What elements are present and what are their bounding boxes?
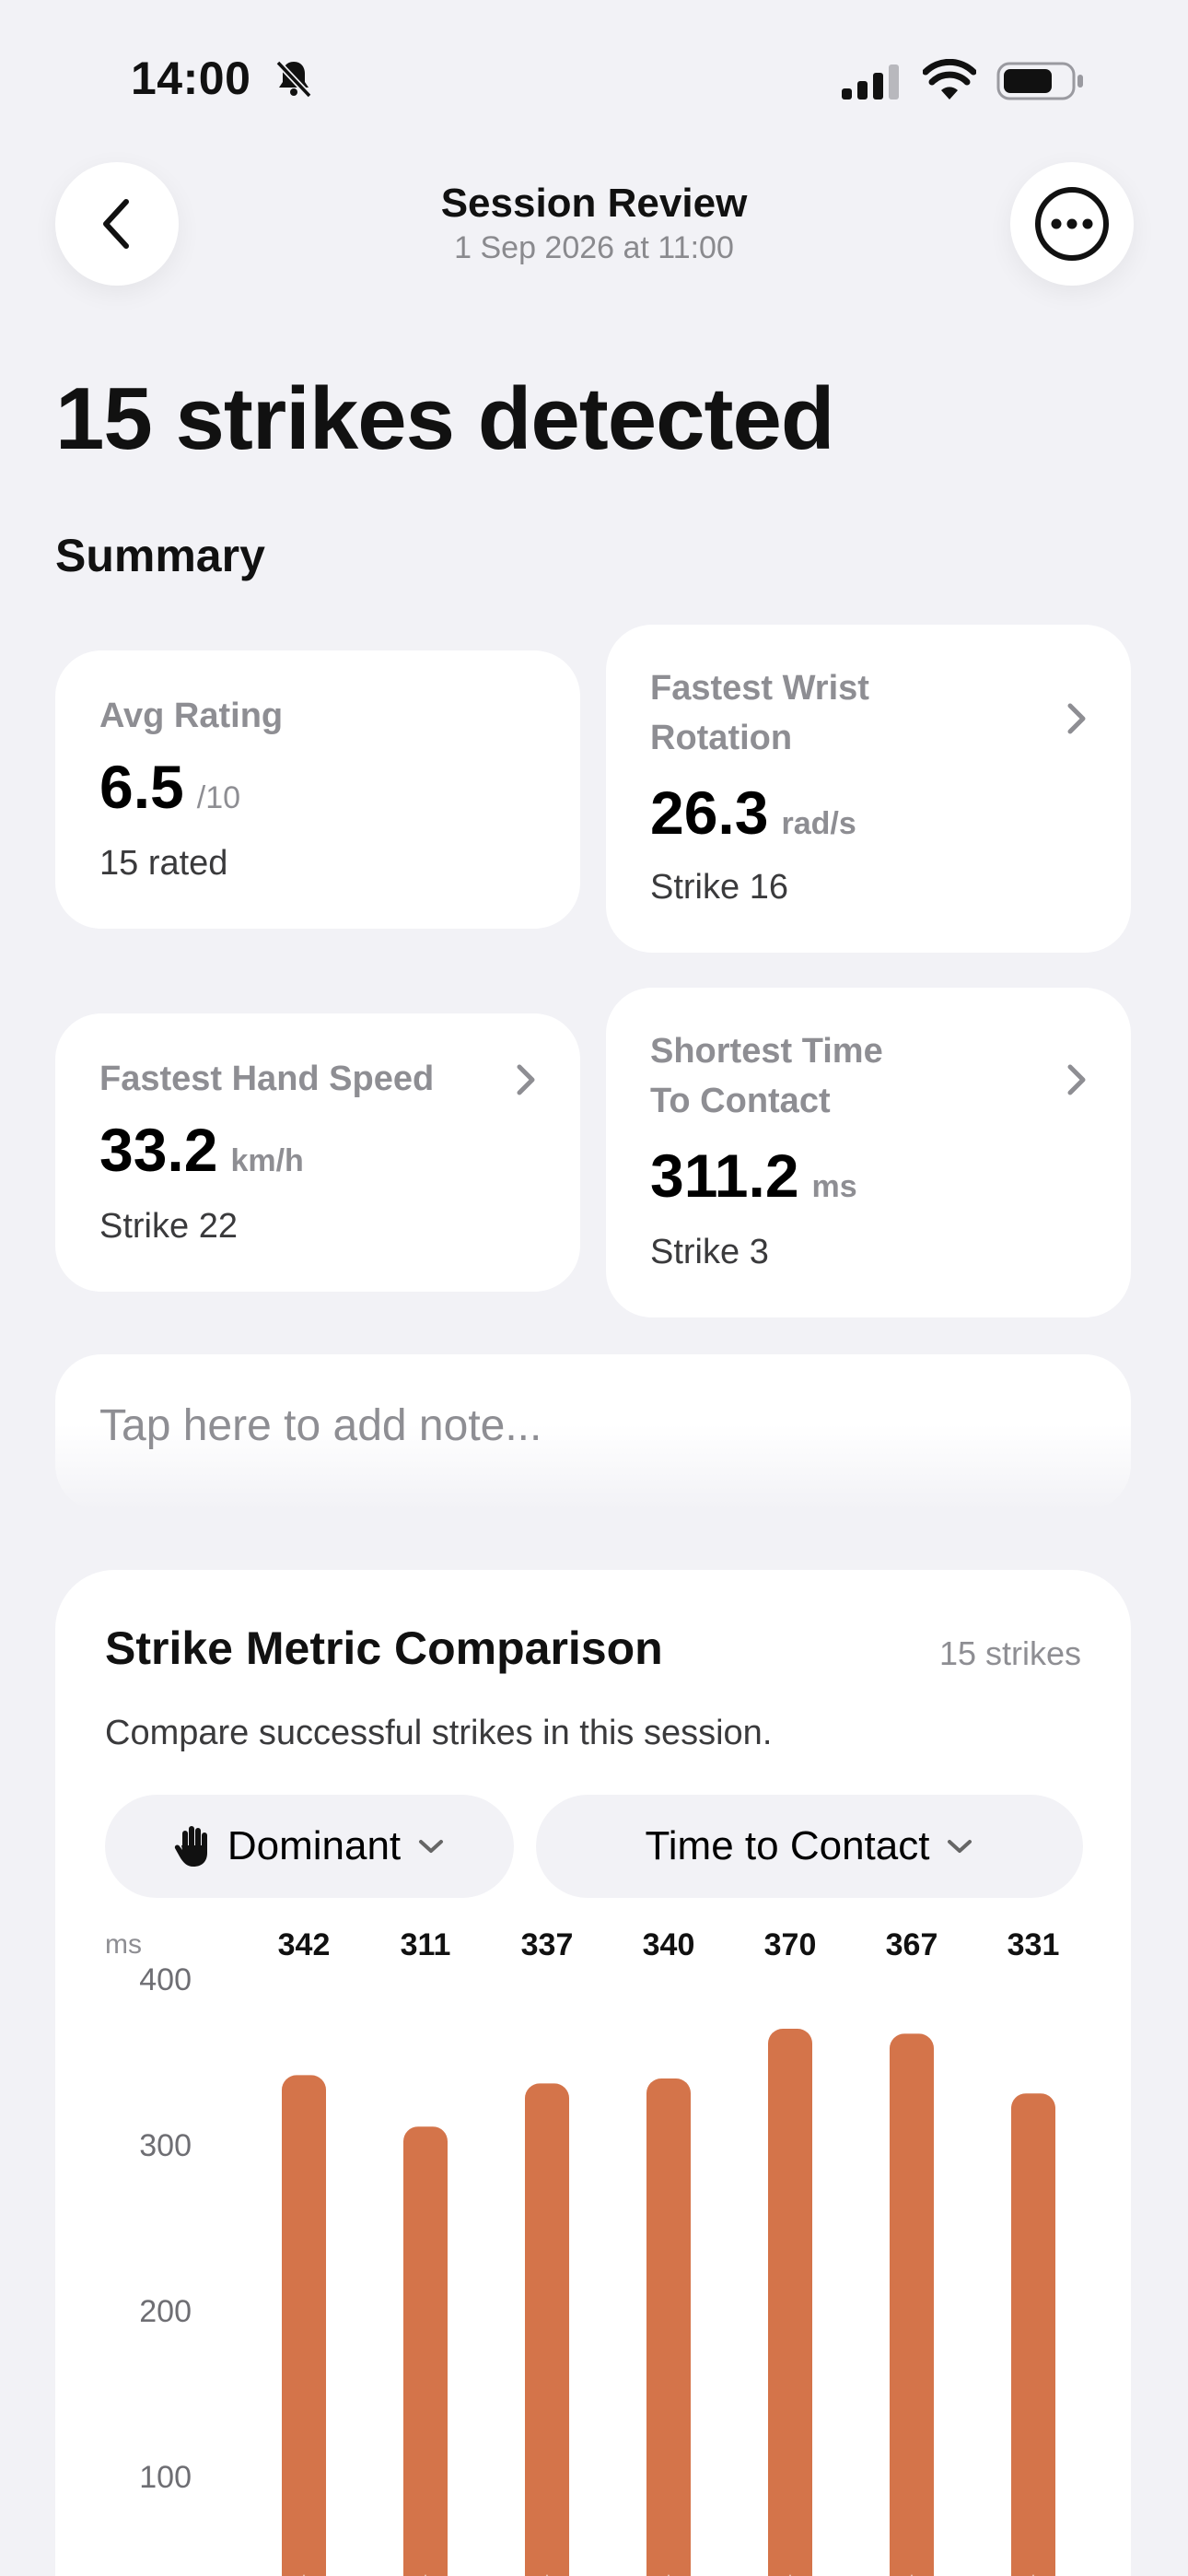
card-subtext: Strike 3 <box>650 1233 769 1271</box>
bar-value-label: 337 <box>521 1927 574 1962</box>
card-label: Fastest Wrist Rotation <box>650 669 869 757</box>
card-value: 311.2 ms <box>650 1142 857 1210</box>
fastest-hand-speed-card[interactable]: Fastest Hand Speed 33.2 km/h Strike 22 <box>55 1013 580 1292</box>
chevron-down-icon <box>419 1840 444 1853</box>
chevron-right-icon <box>1067 1064 1086 1095</box>
battery-icon <box>996 62 1083 100</box>
bar <box>1011 2093 1055 2576</box>
bar-value-label: 331 <box>1007 1927 1060 1962</box>
y-tick-label: 200 <box>139 2294 192 2329</box>
chevron-right-icon <box>1067 703 1086 734</box>
bar <box>282 2075 326 2576</box>
session-date: 1 Sep 2026 at 11:00 <box>454 230 734 265</box>
strike-count: 15 strikes <box>938 1634 1081 1672</box>
card-subtext: 15 rated <box>99 844 228 883</box>
shortest-time-to-contact-card[interactable]: Shortest Time To Contact 311.2 ms Strike … <box>606 988 1131 1317</box>
strikes-detected-heading: 15 strikes detected <box>55 369 834 468</box>
card-label: Avg Rating <box>99 697 284 735</box>
comparison-description: Compare successful strikes in this sessi… <box>105 1714 773 1752</box>
cellular-signal-icon <box>842 64 899 100</box>
session-note-field[interactable]: Tap here to add note... <box>55 1354 1131 1511</box>
bar-value-label: 367 <box>886 1927 938 1962</box>
time-to-contact-bar-chart: ms010020030040034210.023113.333378.74340… <box>105 1927 1060 2576</box>
bar-value-label: 340 <box>643 1927 695 1962</box>
status-time: 14:00 <box>131 53 251 104</box>
chevron-right-icon <box>517 1064 535 1095</box>
card-unit: rad/s <box>781 806 856 841</box>
bar-value-label: 342 <box>278 1927 331 1962</box>
y-tick-label: 100 <box>139 2460 192 2495</box>
bar <box>403 2126 448 2576</box>
hand-raised-icon <box>174 1826 207 1867</box>
card-value: 26.3 rad/s <box>650 779 856 847</box>
session-review-screen: 14:00 Session Review 1 Sep 2026 at 11:00 <box>0 0 1188 2576</box>
card-unit: km/h <box>230 1143 304 1178</box>
bar-value-label: 370 <box>764 1927 817 1962</box>
comparison-title: Strike Metric Comparison <box>105 1622 663 1674</box>
card-value: 33.2 km/h <box>99 1116 304 1184</box>
more-options-button[interactable] <box>1010 162 1134 286</box>
chevron-down-icon <box>948 1840 973 1853</box>
y-tick-label: 300 <box>139 2128 192 2163</box>
card-label: Shortest Time To Contact <box>650 1032 883 1120</box>
card-subtext: Strike 22 <box>99 1207 238 1246</box>
wifi-icon <box>923 59 976 100</box>
bar-value-label: 311 <box>401 1927 451 1962</box>
card-subtext: Strike 16 <box>650 868 788 907</box>
ellipsis-circle-icon <box>1035 187 1109 261</box>
strike-metric-comparison-card: Strike Metric Comparison 15 strikes Comp… <box>55 1570 1131 2576</box>
hand-filter-dropdown[interactable]: Dominant <box>105 1795 514 1898</box>
metric-filter-value: Time to Contact <box>645 1823 930 1868</box>
bar <box>525 2083 569 2576</box>
card-value: 6.5/10 <box>99 753 241 821</box>
card-label: Fastest Hand Speed <box>99 1060 435 1098</box>
card-unit: ms <box>811 1169 857 1204</box>
card-unit: /10 <box>196 780 241 815</box>
bar <box>768 2029 812 2576</box>
fastest-wrist-rotation-card[interactable]: Fastest Wrist Rotation 26.3 rad/s Strike … <box>606 625 1131 953</box>
y-tick-label: 400 <box>139 1962 192 1997</box>
note-placeholder: Tap here to add note... <box>99 1401 542 1450</box>
avg-rating-card: Avg Rating 6.5/10 15 rated <box>55 650 580 929</box>
bar <box>890 2033 934 2576</box>
y-axis-unit: ms <box>105 1929 142 1960</box>
bar <box>646 2078 691 2576</box>
metric-filter-dropdown[interactable]: Time to Contact <box>536 1795 1083 1898</box>
hand-filter-value: Dominant <box>227 1823 402 1868</box>
summary-heading: Summary <box>55 530 265 581</box>
bell-slash-icon <box>275 60 312 99</box>
